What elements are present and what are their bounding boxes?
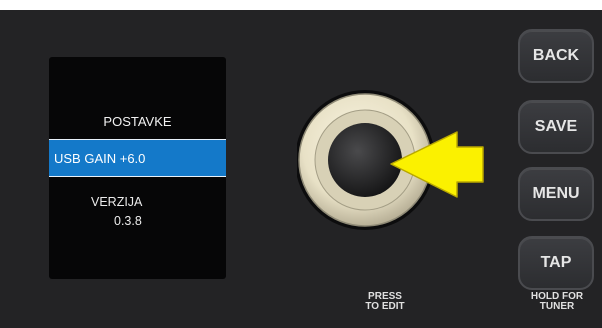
version-label: VERZIJA — [91, 195, 143, 209]
caption-line-tuner: TUNER — [539, 301, 575, 312]
encoder-knob[interactable] — [297, 88, 487, 238]
caption-line-to-edit: TO EDIT — [365, 301, 405, 312]
version-value: 0.3.8 — [114, 214, 142, 228]
back-button[interactable]: BACK — [518, 29, 594, 83]
menu-button[interactable]: MENU — [518, 167, 594, 221]
save-button[interactable]: SAVE — [518, 100, 594, 154]
screen-title: POSTAVKE — [103, 114, 172, 129]
lcd-screen: POSTAVKE USB GAIN +6.0 VERZIJA 0.3.8 — [49, 57, 226, 279]
amp-control-panel: POSTAVKE USB GAIN +6.0 VERZIJA 0.3.8 BAC… — [0, 10, 602, 328]
menu-item-label: USB GAIN +6.0 — [54, 151, 146, 166]
hold-for-tuner-caption: HOLD FOR TUNER — [522, 292, 592, 312]
press-to-edit-caption: PRESS TO EDIT — [355, 292, 415, 312]
tap-button[interactable]: TAP — [518, 236, 594, 290]
menu-item-usb-gain[interactable]: USB GAIN +6.0 — [49, 139, 226, 177]
